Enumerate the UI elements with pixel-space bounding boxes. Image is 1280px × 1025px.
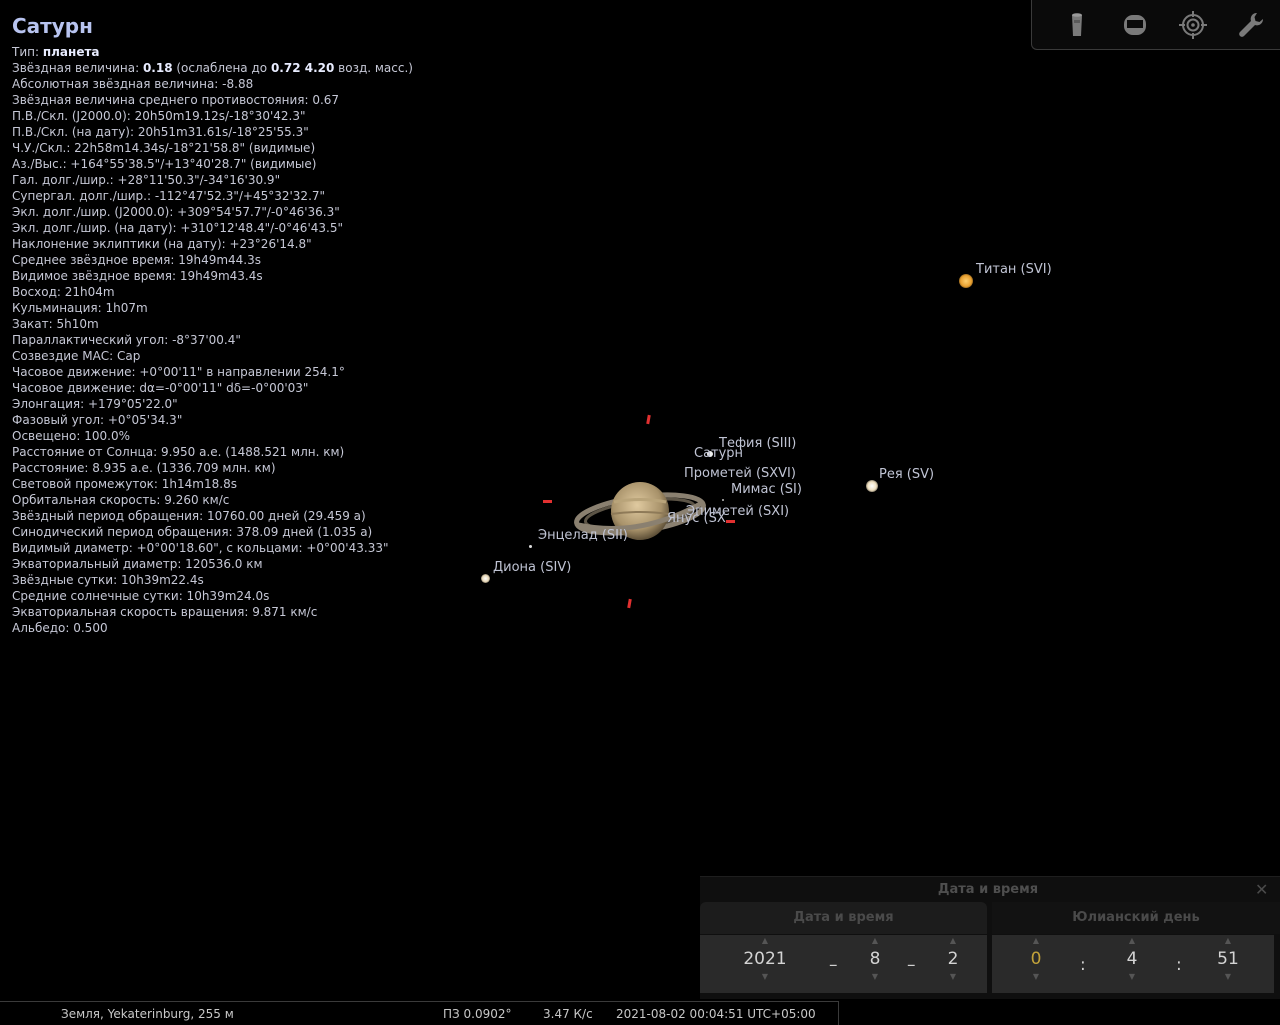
sky-view[interactable]: Титан (SVI) Тефия (SIII) Сатурн Прометей… — [0, 0, 1280, 876]
up-arrow-icon[interactable]: ▲ — [850, 936, 900, 946]
pointer-marker — [726, 520, 735, 523]
down-arrow-icon[interactable]: ▼ — [1107, 972, 1157, 982]
second-value[interactable]: 51 — [1203, 946, 1253, 972]
day-value[interactable]: 2 — [928, 946, 978, 972]
year-value[interactable]: 2021 — [740, 946, 790, 972]
tab-julian-day[interactable]: Юлианский день — [992, 902, 1280, 934]
status-location[interactable]: Земля, Yekaterinburg, 255 м — [61, 1007, 234, 1021]
hour-value[interactable]: 0 — [1011, 946, 1061, 972]
pointer-marker — [627, 598, 632, 609]
label-titan: Титан (SVI) — [976, 262, 1052, 277]
second-spinner[interactable]: ▲ 51 ▼ — [1203, 936, 1253, 982]
enceladus-moon[interactable] — [529, 545, 532, 548]
up-arrow-icon[interactable]: ▲ — [1107, 936, 1157, 946]
date-time-panel: Дата и время ✕ Дата и время Юлианский де… — [700, 876, 1280, 999]
up-arrow-icon[interactable]: ▲ — [1203, 936, 1253, 946]
down-arrow-icon[interactable]: ▼ — [740, 972, 790, 982]
down-arrow-icon[interactable]: ▼ — [1011, 972, 1061, 982]
label-rhea: Рея (SV) — [879, 467, 935, 482]
panel-title: Дата и время — [937, 882, 1039, 897]
rhea-moon[interactable] — [866, 480, 878, 492]
up-arrow-icon[interactable]: ▲ — [740, 936, 790, 946]
down-arrow-icon[interactable]: ▼ — [1203, 972, 1253, 982]
down-arrow-icon[interactable]: ▼ — [928, 972, 978, 982]
label-prometheus: Прометей (SXVI) — [684, 466, 796, 481]
time-separator: : — [1080, 955, 1086, 975]
up-arrow-icon[interactable]: ▲ — [1011, 936, 1061, 946]
month-spinner[interactable]: ▲ 8 ▼ — [850, 936, 900, 982]
pointer-marker — [543, 500, 552, 503]
label-saturn: Сатурн — [694, 446, 744, 461]
titan-moon[interactable] — [959, 274, 973, 288]
close-icon[interactable]: ✕ — [1255, 880, 1268, 899]
date-separator: – — [829, 955, 838, 975]
year-spinner[interactable]: ▲ 2021 ▼ — [740, 936, 790, 982]
pointer-marker — [646, 414, 651, 425]
down-arrow-icon[interactable]: ▼ — [850, 972, 900, 982]
date-separator: – — [907, 955, 916, 975]
status-fov: ПЗ 0.0902° — [443, 1007, 512, 1021]
status-bar: Земля, Yekaterinburg, 255 м ПЗ 0.0902° 3… — [0, 1001, 839, 1025]
label-dione: Диона (SIV) — [493, 560, 572, 575]
month-value[interactable]: 8 — [850, 946, 900, 972]
date-spinner-group: ▲ 2021 ▼ – ▲ 8 ▼ – ▲ 2 ▼ — [700, 935, 987, 993]
label-janus: Янус (SX) — [667, 511, 727, 526]
mimas-moon[interactable] — [722, 499, 724, 501]
status-fps: 3.47 К/с — [543, 1007, 593, 1021]
minute-value[interactable]: 4 — [1107, 946, 1157, 972]
hour-spinner[interactable]: ▲ 0 ▼ — [1011, 936, 1061, 982]
label-mimas: Мимас (SI) — [731, 482, 802, 497]
label-enceladus: Энцелад (SII) — [538, 528, 628, 543]
minute-spinner[interactable]: ▲ 4 ▼ — [1107, 936, 1157, 982]
up-arrow-icon[interactable]: ▲ — [928, 936, 978, 946]
tab-date-time[interactable]: Дата и время — [700, 902, 987, 934]
time-separator: : — [1176, 955, 1182, 975]
status-datetime[interactable]: 2021-08-02 00:04:51 UTC+05:00 — [616, 1007, 816, 1021]
day-spinner[interactable]: ▲ 2 ▼ — [928, 936, 978, 982]
time-spinner-group: ▲ 0 ▼ : ▲ 4 ▼ : ▲ 51 ▼ — [992, 935, 1274, 993]
dione-moon[interactable] — [481, 574, 490, 583]
